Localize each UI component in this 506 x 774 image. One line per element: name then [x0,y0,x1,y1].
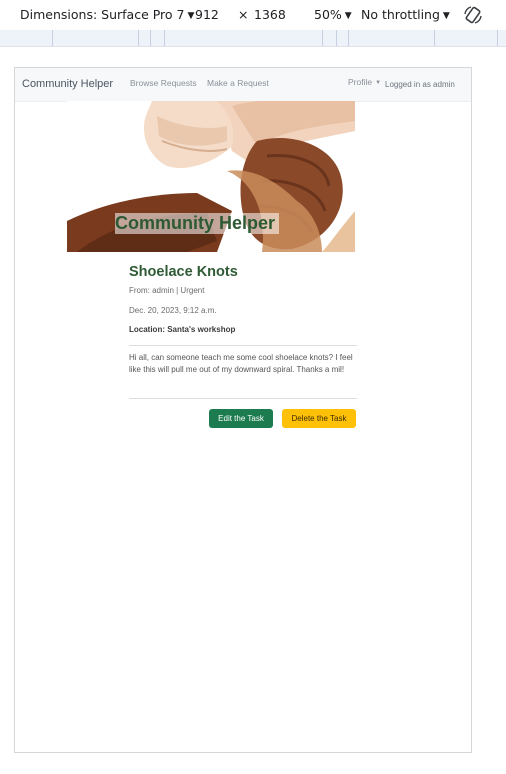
profile-label: Profile [348,77,373,87]
chevron-down-icon: ▼ [375,80,382,86]
chevron-down-icon: ▼ [442,11,450,21]
media-query-ruler [0,30,506,47]
width-input[interactable]: 912 [195,7,219,22]
task-date: Dec. 20, 2023, 9:12 a.m. [129,306,217,315]
rotate-icon[interactable] [463,5,483,25]
task-location: Location: Santa's workshop [129,325,236,334]
zoom-dropdown[interactable]: 50% ▼ [314,7,352,22]
nav-browse-requests[interactable]: Browse Requests [130,78,197,88]
chevron-down-icon: ▼ [344,11,352,21]
devtools-toolbar: Dimensions: Surface Pro 7 ▼ 912 × 1368 50… [0,0,506,31]
delete-task-button[interactable]: Delete the Task [282,409,356,428]
throttling-label: No throttling [361,7,440,22]
dimensions-dropdown[interactable]: Dimensions: Surface Pro 7 ▼ [20,7,194,22]
nav-make-request[interactable]: Make a Request [207,78,269,88]
hero-banner: Community Helper [67,101,355,252]
task-description: Hi all, can someone teach me some cool s… [129,353,353,374]
edit-task-button[interactable]: Edit the Task [209,409,273,428]
task-title: Shoelace Knots [129,264,238,280]
navbar: Community Helper Browse Requests Make a … [15,68,471,102]
divider [129,398,357,399]
throttling-dropdown[interactable]: No throttling ▼ [361,7,450,22]
navbar-brand[interactable]: Community Helper [22,78,113,90]
zoom-label: 50% [314,7,342,22]
dimensions-label: Dimensions: Surface Pro 7 [20,7,185,22]
device-viewport: Community Helper Browse Requests Make a … [14,67,472,753]
chevron-down-icon: ▼ [187,11,195,21]
hero-title: Community Helper [115,213,280,234]
divider [129,345,357,346]
profile-dropdown[interactable]: Profile ▼ [348,77,381,87]
height-input[interactable]: 1368 [254,7,286,22]
logged-in-status: Logged in as admin [385,80,455,89]
task-from-line: From: admin | Urgent [129,286,205,295]
times-sign: × [238,7,249,22]
